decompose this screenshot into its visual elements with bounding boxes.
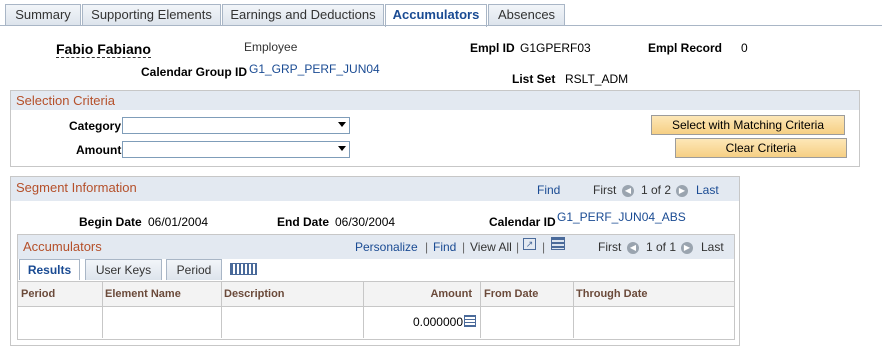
column-header-from-date: From Date bbox=[484, 288, 539, 300]
zoom-icon[interactable]: ↗ bbox=[523, 238, 536, 250]
calendar-group-value[interactable]: G1_GRP_PERF_JUN04 bbox=[249, 62, 380, 76]
end-date-label: End Date bbox=[277, 215, 330, 229]
emplid-label: Empl ID bbox=[470, 41, 515, 55]
separator: | bbox=[425, 240, 429, 254]
grid-prev-button[interactable]: ◀ bbox=[627, 238, 639, 254]
chevron-right-icon: ▶ bbox=[681, 242, 693, 254]
segment-first-label: First bbox=[593, 183, 617, 197]
column-header-period: Period bbox=[21, 288, 56, 300]
calendar-id-value[interactable]: G1_PERF_JUN04_ABS bbox=[557, 210, 686, 224]
subtab-user-keys[interactable]: User Keys bbox=[85, 259, 162, 280]
segment-next-button[interactable]: ▶ bbox=[676, 181, 688, 197]
download-icon[interactable] bbox=[551, 237, 565, 250]
list-set-value: RSLT_ADM bbox=[565, 72, 629, 86]
segment-information-title: Segment Information bbox=[16, 180, 137, 195]
calculator-icon[interactable] bbox=[464, 315, 476, 327]
cell-amount: 0.000000 bbox=[412, 315, 463, 329]
end-date-value: 06/30/2004 bbox=[335, 215, 396, 229]
amount-label: Amount bbox=[76, 143, 122, 157]
segment-last-link[interactable]: Last bbox=[696, 183, 719, 197]
grid-find-link[interactable]: Find bbox=[433, 240, 456, 254]
separator: | bbox=[516, 240, 520, 254]
column-header-through-date: Through Date bbox=[576, 288, 648, 300]
calendar-group-label: Calendar Group ID bbox=[141, 65, 248, 79]
category-select[interactable] bbox=[122, 117, 350, 134]
emplid-value: G1GPERF03 bbox=[520, 41, 591, 55]
accumulators-title: Accumulators bbox=[23, 239, 102, 254]
subtab-results[interactable]: Results bbox=[19, 259, 80, 280]
grid-first-label: First bbox=[598, 240, 622, 254]
select-matching-criteria-button[interactable]: Select with Matching Criteria bbox=[651, 115, 845, 135]
list-set-label: List Set bbox=[512, 72, 556, 86]
personalize-link[interactable]: Personalize bbox=[355, 240, 418, 254]
employee-name: Fabio Fabiano bbox=[56, 41, 151, 58]
category-label: Category bbox=[69, 119, 122, 133]
clear-criteria-button[interactable]: Clear Criteria bbox=[675, 138, 847, 158]
begin-date-label: Begin Date bbox=[79, 215, 142, 229]
amount-select[interactable] bbox=[122, 141, 350, 158]
segment-pager: 1 of 2 bbox=[641, 183, 672, 197]
chevron-left-icon: ◀ bbox=[622, 185, 634, 197]
segment-find-link[interactable]: Find bbox=[537, 183, 560, 197]
begin-date-value: 06/01/2004 bbox=[148, 215, 209, 229]
tab-baseline bbox=[0, 25, 882, 26]
chevron-down-icon bbox=[338, 122, 346, 127]
tab-supporting-elements[interactable]: Supporting Elements bbox=[82, 4, 221, 25]
chevron-down-icon bbox=[338, 146, 346, 151]
tab-accumulators[interactable]: Accumulators bbox=[385, 4, 487, 27]
column-header-description: Description bbox=[224, 288, 285, 300]
column-header-amount: Amount bbox=[430, 288, 472, 300]
tab-earnings-deductions[interactable]: Earnings and Deductions bbox=[222, 4, 384, 25]
emplrecord-label: Empl Record bbox=[648, 41, 723, 55]
chevron-left-icon: ◀ bbox=[627, 242, 639, 254]
selection-criteria-title: Selection Criteria bbox=[11, 91, 859, 110]
grid-pager: 1 of 1 bbox=[646, 240, 677, 254]
segment-prev-button[interactable]: ◀ bbox=[622, 181, 634, 197]
view-all-link[interactable]: View All bbox=[470, 240, 512, 254]
calendar-id-label: Calendar ID bbox=[489, 215, 556, 229]
column-header-element-name: Element Name bbox=[105, 288, 181, 300]
grid-last-label: Last bbox=[701, 240, 724, 254]
chevron-right-icon: ▶ bbox=[676, 185, 688, 197]
show-all-columns-icon[interactable] bbox=[230, 263, 257, 275]
table-row: 0.000000 bbox=[18, 307, 734, 338]
employee-label: Employee bbox=[244, 40, 298, 54]
subtab-period[interactable]: Period bbox=[166, 259, 222, 280]
grid-next-button[interactable]: ▶ bbox=[681, 238, 693, 254]
tab-summary[interactable]: Summary bbox=[5, 4, 81, 25]
separator: | bbox=[542, 240, 546, 254]
tab-absences[interactable]: Absences bbox=[488, 4, 565, 25]
emplrecord-value: 0 bbox=[741, 41, 748, 55]
separator: | bbox=[462, 240, 466, 254]
